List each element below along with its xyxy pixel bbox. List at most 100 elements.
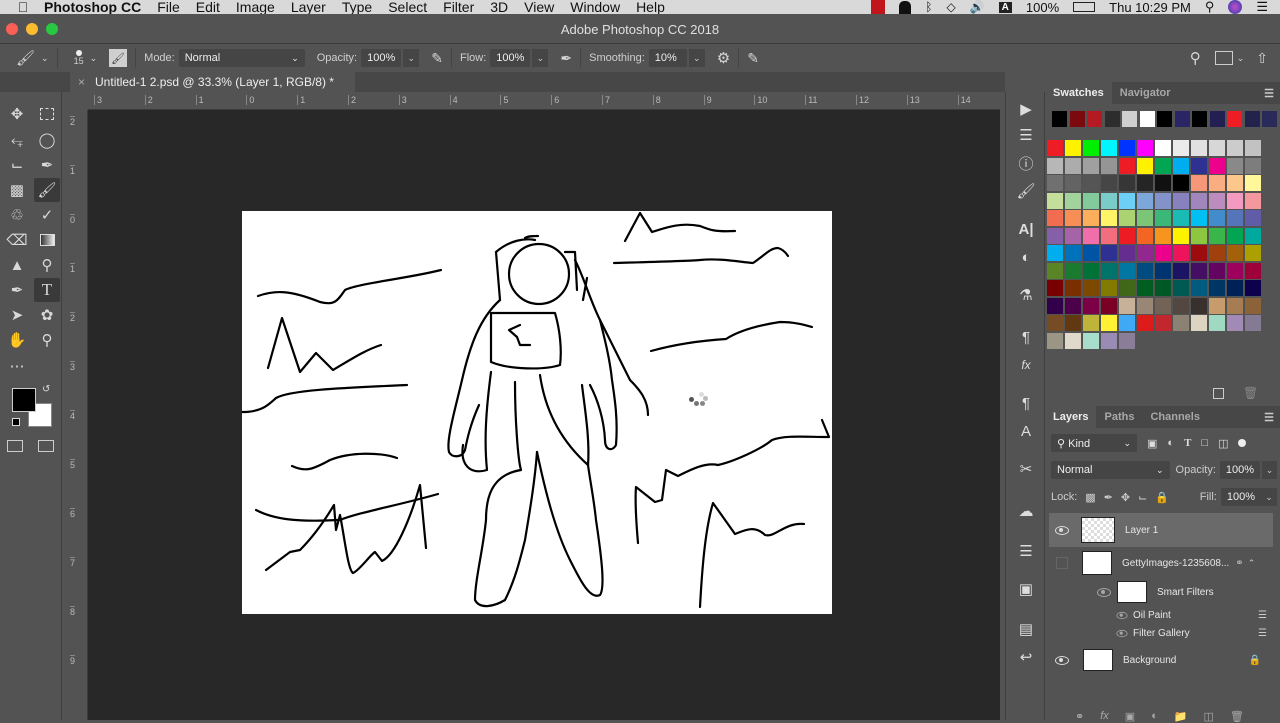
type-tool-icon[interactable]: T bbox=[34, 278, 60, 302]
info-icon[interactable]: ⓘ bbox=[1014, 152, 1038, 174]
new-adjustment-layer-icon[interactable]: ◐ bbox=[1151, 710, 1158, 723]
swatch[interactable] bbox=[1119, 280, 1135, 296]
swatch[interactable] bbox=[1065, 315, 1081, 331]
apple-icon[interactable]:  bbox=[16, 0, 30, 14]
swatch[interactable] bbox=[1101, 315, 1117, 331]
quick-mask-icon[interactable] bbox=[7, 440, 23, 452]
swatch[interactable] bbox=[1137, 140, 1153, 156]
tab-layers[interactable]: Layers bbox=[1045, 406, 1097, 428]
custom-shape-tool-icon[interactable]: ✿ bbox=[34, 303, 60, 327]
swatch[interactable] bbox=[1083, 245, 1099, 261]
swatch[interactable] bbox=[1119, 140, 1135, 156]
history-icon[interactable]: ↩ bbox=[1014, 646, 1038, 668]
add-layer-style-fx-icon[interactable]: fx bbox=[1100, 710, 1109, 723]
swatch[interactable] bbox=[1245, 280, 1261, 296]
swatch[interactable] bbox=[1155, 140, 1171, 156]
swatch[interactable] bbox=[1083, 210, 1099, 226]
delete-swatch-icon[interactable]: 🗑 bbox=[1243, 386, 1258, 400]
styles-fx-icon[interactable]: fx bbox=[1014, 354, 1038, 376]
quick-selection-tool-icon[interactable]: ◯ bbox=[34, 128, 60, 152]
swatch[interactable] bbox=[1065, 245, 1081, 261]
swatch[interactable] bbox=[1083, 280, 1099, 296]
crop-tool-icon[interactable]: ⌙ bbox=[4, 153, 30, 177]
swatch[interactable] bbox=[1155, 280, 1171, 296]
search-icon[interactable]: ⚲ bbox=[1190, 49, 1201, 67]
swatch[interactable] bbox=[1245, 297, 1261, 314]
filter-type-icon[interactable]: T bbox=[1184, 437, 1191, 449]
swatch[interactable] bbox=[1209, 140, 1225, 156]
swatch[interactable] bbox=[1065, 140, 1081, 156]
swatch[interactable] bbox=[1101, 227, 1117, 244]
swatch[interactable] bbox=[1065, 262, 1081, 279]
swatch[interactable] bbox=[1083, 140, 1099, 156]
swatch[interactable] bbox=[1047, 210, 1063, 226]
swatch[interactable] bbox=[1137, 175, 1153, 191]
swatch[interactable] bbox=[1119, 210, 1135, 226]
swatch[interactable] bbox=[1155, 297, 1171, 314]
swatch[interactable] bbox=[1227, 140, 1243, 156]
workspace-chevron-icon[interactable]: ⌄ bbox=[1237, 53, 1245, 64]
swatch[interactable] bbox=[1173, 315, 1189, 331]
workspace-switcher-icon[interactable] bbox=[1214, 51, 1233, 65]
smoothing-options-gear-icon[interactable]: ⚙ bbox=[717, 49, 730, 67]
tab-paths[interactable]: Paths bbox=[1096, 406, 1142, 428]
layer-opacity-chevron-icon[interactable]: ⌄ bbox=[1262, 461, 1277, 479]
recent-swatch[interactable] bbox=[1192, 111, 1207, 127]
recent-swatch[interactable] bbox=[1227, 111, 1242, 127]
swatch[interactable] bbox=[1101, 262, 1117, 279]
notification-icon[interactable] bbox=[899, 0, 912, 14]
layer-row-filter-gallery[interactable]: Filter Gallery ☰ bbox=[1049, 624, 1273, 642]
recent-swatch[interactable] bbox=[1069, 111, 1085, 127]
swatch[interactable] bbox=[1191, 192, 1207, 209]
input-source-icon[interactable]: A bbox=[998, 1, 1012, 13]
swatch[interactable] bbox=[1047, 140, 1063, 156]
swatch[interactable] bbox=[1245, 140, 1261, 156]
swatch[interactable] bbox=[1083, 157, 1099, 174]
history-brush-tool-icon[interactable]: ✓ bbox=[34, 203, 60, 227]
menu-window[interactable]: Window bbox=[562, 0, 628, 14]
smoothing-input[interactable]: 10% bbox=[648, 49, 687, 67]
menu-view[interactable]: View bbox=[516, 0, 562, 14]
menu-file[interactable]: File bbox=[149, 0, 188, 14]
swatch[interactable] bbox=[1191, 140, 1207, 156]
brush-settings-icon[interactable]: ☰ bbox=[1014, 124, 1038, 146]
swatch[interactable] bbox=[1137, 157, 1153, 174]
swatch[interactable] bbox=[1119, 315, 1135, 331]
swatch[interactable] bbox=[1119, 245, 1135, 261]
swatch[interactable] bbox=[1227, 175, 1243, 191]
brush-tool-preset-icon[interactable]: 🖌 bbox=[16, 49, 35, 67]
swatch[interactable] bbox=[1047, 315, 1063, 331]
dodge-tool-icon[interactable]: ⚲ bbox=[34, 253, 60, 277]
volume-icon[interactable]: 🔊 bbox=[970, 0, 985, 14]
lock-all-icon[interactable]: 🔒 bbox=[1155, 491, 1169, 504]
swatch[interactable] bbox=[1047, 297, 1063, 314]
recent-swatch[interactable] bbox=[1104, 111, 1120, 127]
swatch[interactable] bbox=[1173, 210, 1189, 226]
spotlight-search-icon[interactable]: ⚲ bbox=[1205, 0, 1215, 14]
move-tool-icon[interactable]: ✥ bbox=[4, 102, 30, 126]
menu-type[interactable]: Type bbox=[334, 0, 380, 14]
battery-icon[interactable] bbox=[1073, 2, 1096, 12]
swatch[interactable] bbox=[1047, 157, 1063, 174]
close-tab-icon[interactable]: × bbox=[78, 75, 85, 89]
swatch[interactable] bbox=[1137, 262, 1153, 279]
swatch[interactable] bbox=[1191, 262, 1207, 279]
swatch[interactable] bbox=[1209, 315, 1225, 331]
swatch[interactable] bbox=[1155, 175, 1171, 191]
swatch[interactable] bbox=[1101, 280, 1117, 296]
swatch[interactable] bbox=[1047, 280, 1063, 296]
timeline-icon[interactable]: ▤ bbox=[1014, 618, 1038, 640]
flow-input[interactable]: 100% bbox=[490, 49, 531, 67]
blend-mode-dropdown[interactable]: Normal ⌄ bbox=[1051, 461, 1170, 479]
swatch[interactable] bbox=[1047, 227, 1063, 244]
swatch[interactable] bbox=[1047, 262, 1063, 279]
swatch[interactable] bbox=[1065, 157, 1081, 174]
panel-menu-icon[interactable]: ☰ bbox=[1264, 87, 1274, 100]
smoothing-chevron-icon[interactable]: ⌄ bbox=[688, 49, 705, 67]
swatch[interactable] bbox=[1065, 210, 1081, 226]
eraser-tool-icon[interactable]: ⌫ bbox=[4, 228, 30, 252]
filter-toggle-icon[interactable] bbox=[1238, 439, 1247, 447]
swatch[interactable] bbox=[1227, 297, 1243, 314]
foreground-color-swatch[interactable] bbox=[12, 388, 36, 412]
layer-row-gettyimages[interactable]: GettyImages-1235608... ⚭ ⌃ bbox=[1049, 547, 1273, 579]
